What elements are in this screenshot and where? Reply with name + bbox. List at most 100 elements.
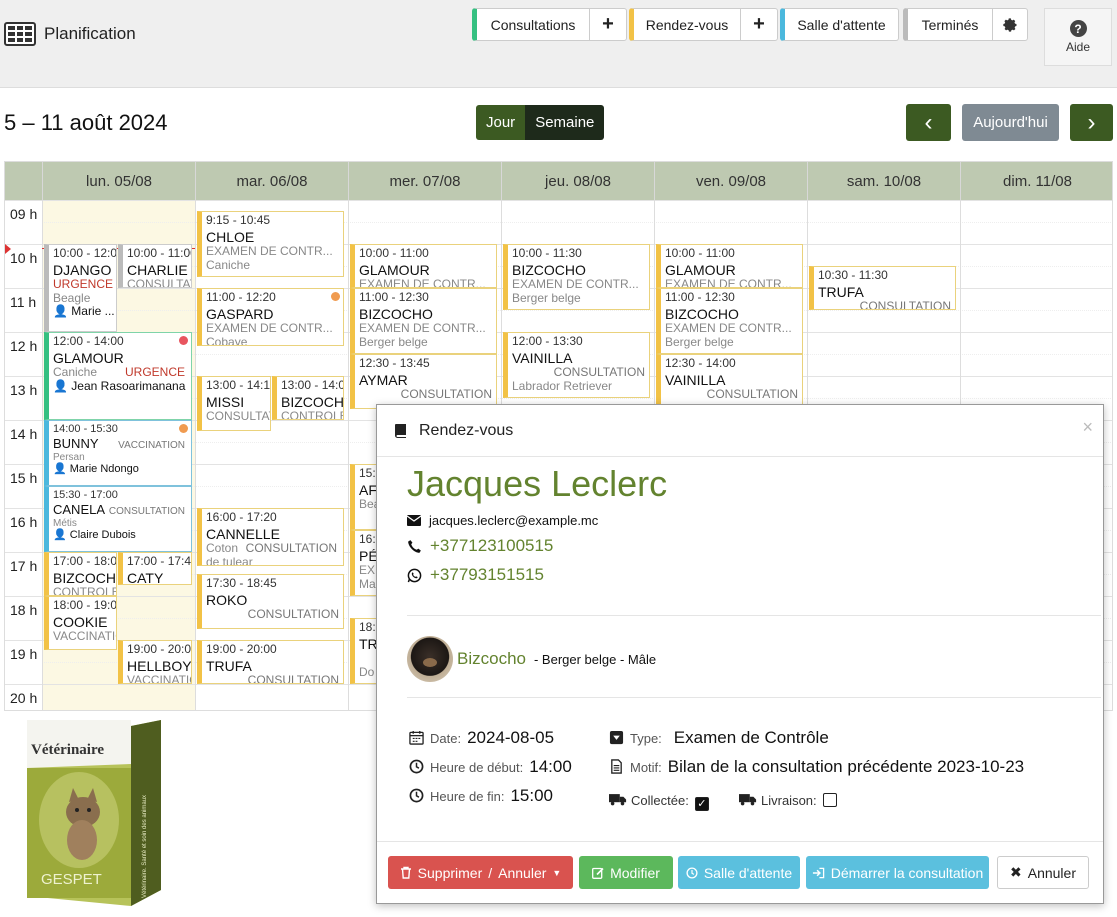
trash-icon: [400, 866, 411, 879]
rendezvous-button[interactable]: Rendez-vous: [629, 8, 741, 41]
add-rendezvous-button[interactable]: +: [740, 8, 778, 41]
start-consultation-button[interactable]: Démarrer la consultation: [806, 856, 989, 889]
appointment-chloe[interactable]: 9:15 - 10:45 CHLOE EXAMEN DE CONTR... Ca…: [197, 211, 344, 277]
clock-icon: [409, 759, 424, 774]
event-type: CONTROLE: [53, 585, 116, 596]
edit-icon: [592, 867, 604, 879]
day-header-sun[interactable]: dim. 11/08: [960, 162, 1112, 200]
appointment-bizcocho-tue[interactable]: 13:00 - 14:00 BIZCOCHO CONTROLE: [272, 376, 344, 420]
event-type: CONSULTATION: [859, 298, 951, 310]
close-modal-button[interactable]: ✖ Annuler: [997, 856, 1089, 889]
event-owner-name: Marie ...: [71, 304, 115, 319]
event-type: EXAMEN DE CONTR...: [665, 321, 792, 335]
appointment-aymar[interactable]: 12:30 - 13:45 AYMAR CONSULTATION: [350, 354, 497, 409]
consultations-button[interactable]: Consultations: [472, 8, 590, 41]
phone-link[interactable]: +377123100515: [430, 536, 553, 556]
event-time: 16:00 - 17:20: [206, 510, 277, 524]
appointment-trufa-tue[interactable]: 19:00 - 20:00 TRUFA CONSULTATION: [197, 640, 344, 684]
waiting-room-modal-button[interactable]: Salle d'attente: [678, 856, 800, 889]
hour-label: 17 h: [10, 558, 38, 574]
appointment-bunny[interactable]: 14:00 - 15:30 BUNNY VACCINATION Persan 👤 …: [44, 420, 192, 486]
event-owner-name: Marie Ndongo: [69, 463, 139, 476]
appointment-vainilla-fri[interactable]: 12:30 - 14:00 VAINILLA CONSULTATION: [656, 354, 803, 409]
hour-label: 14 h: [10, 426, 38, 442]
appointment-trufa-sat[interactable]: 10:30 - 11:30 TRUFA CONSULTATION: [809, 266, 956, 310]
whatsapp-link[interactable]: +37793151515: [430, 565, 544, 585]
event-time: 13:00 - 14:15: [206, 378, 271, 392]
separator: [407, 615, 1101, 616]
end-time-field: Heure de fin: 15:00: [409, 786, 553, 806]
pet-name-link[interactable]: Bizcocho: [457, 649, 526, 669]
next-week-button[interactable]: ›: [1070, 104, 1113, 141]
view-toggle: Jour Semaine: [476, 105, 605, 140]
event-urgency: URGENCE: [124, 364, 185, 379]
event-owner-name: Jean Rasoarimanana: [71, 378, 186, 393]
appointment-glamour-mon[interactable]: 12:00 - 14:00 GLAMOUR Caniche URGENCE 👤 J…: [44, 332, 192, 420]
event-time: 10:00 - 11:30: [512, 246, 582, 260]
appointment-cookie[interactable]: 18:00 - 19:00 COOKIE VACCINATION: [44, 596, 117, 650]
delivery-label: Livraison:: [761, 793, 817, 808]
email-link[interactable]: jacques.leclerc@example.mc: [429, 513, 598, 528]
settings-button[interactable]: [992, 8, 1028, 41]
appointment-missi[interactable]: 13:00 - 14:15 MISSI CONSULTATION: [197, 376, 271, 431]
prev-week-button[interactable]: ‹: [906, 104, 951, 141]
start-time-field: Heure de début: 14:00: [409, 757, 572, 777]
appointment-caty[interactable]: 17:00 - 17:45 CATY: [118, 552, 192, 585]
event-breed: Coton: [206, 541, 239, 555]
event-pet: CANELA: [53, 501, 106, 517]
day-view-button[interactable]: Jour: [476, 105, 526, 140]
phone-row: +377123100515: [407, 536, 553, 556]
modal-close-button[interactable]: ×: [1082, 417, 1093, 438]
collected-checkbox[interactable]: ✓: [694, 796, 709, 811]
delivery-checkbox[interactable]: [822, 793, 837, 807]
clock-icon: [409, 788, 424, 803]
appointment-cannelle[interactable]: 16:00 - 17:20 CANNELLE Coton CONSULTATION…: [197, 508, 344, 566]
add-consultation-button[interactable]: +: [589, 8, 627, 41]
appointment-bizcocho-thu[interactable]: 10:00 - 11:30 BIZCOCHO EXAMEN DE CONTR..…: [503, 244, 650, 310]
column-line: [195, 200, 196, 710]
day-header-fri[interactable]: ven. 09/08: [654, 162, 807, 200]
appointment-roko[interactable]: 17:30 - 18:45 ROKO CONSULTATION: [197, 574, 344, 629]
appointment-bizcocho-fri[interactable]: 11:00 - 12:30 BIZCOCHO EXAMEN DE CONTR..…: [656, 288, 803, 354]
event-pet: COOKIE: [53, 613, 108, 630]
column-line: [42, 200, 43, 710]
appointment-hellboy[interactable]: 19:00 - 20:00 HELLBOY VACCINATION: [118, 640, 192, 684]
day-header-mon[interactable]: lun. 05/08: [42, 162, 195, 200]
appointment-bizcocho-mon[interactable]: 17:00 - 18:00 BIZCOCHO CONTROLE: [44, 552, 117, 596]
appointment-bizcocho-wed[interactable]: 11:00 - 12:30 BIZCOCHO EXAMEN DE CONTR..…: [350, 288, 497, 354]
sign-in-icon: [812, 867, 824, 878]
start-consultation-label: Démarrer la consultation: [830, 864, 984, 881]
waiting-room-label: Salle d'attente: [703, 864, 793, 881]
appointment-glamour-fri[interactable]: 10:00 - 11:00 GLAMOUR EXAMEN DE CONTR...: [656, 244, 803, 288]
appointment-gaspard[interactable]: 11:00 - 12:20 GASPARD EXAMEN DE CONTR...…: [197, 288, 344, 346]
hour-label: 19 h: [10, 646, 38, 662]
edit-button[interactable]: Modifier: [579, 856, 673, 889]
whatsapp-icon: [407, 568, 422, 582]
help-button[interactable]: ? Aide: [1044, 8, 1112, 66]
event-owner-name: Claire Dubois: [69, 529, 136, 542]
clock-icon: [686, 866, 698, 879]
event-time: 10:00 - 12:00: [53, 246, 117, 260]
week-view-button[interactable]: Semaine: [525, 105, 605, 140]
appointment-vainilla-thu[interactable]: 12:00 - 13:30 VAINILLA CONSULTATION Labr…: [503, 332, 650, 398]
day-header-sat[interactable]: sam. 10/08: [807, 162, 960, 200]
appointment-charlie[interactable]: 10:00 - 11:00 CHARLIE CONSULTATION: [118, 244, 192, 288]
event-pet: GASPARD: [206, 305, 274, 322]
finished-button[interactable]: Terminés: [903, 8, 993, 41]
day-header-tue[interactable]: mar. 06/08: [195, 162, 348, 200]
page-title: Planification: [44, 24, 136, 43]
waiting-room-button[interactable]: Salle d'attente: [780, 8, 899, 41]
event-urgency: URGENCE: [53, 276, 114, 291]
appointment-canela[interactable]: 15:30 - 17:00 CANELA CONSULTATION Métis 👤…: [44, 486, 192, 552]
appointment-glamour-wed[interactable]: 10:00 - 11:00 GLAMOUR EXAMEN DE CONTR...: [350, 244, 497, 288]
event-breed: Caniche: [206, 258, 251, 272]
day-header-wed[interactable]: mer. 07/08: [348, 162, 501, 200]
owner-name[interactable]: Jacques Leclerc: [407, 463, 667, 505]
day-header-thu[interactable]: jeu. 08/08: [501, 162, 654, 200]
event-time: 12:00 - 14:00: [53, 334, 124, 348]
appointment-django[interactable]: 10:00 - 12:00 DJANGO URGENCE Beagle 👤 Ma…: [44, 244, 117, 332]
today-button[interactable]: Aujourd'hui: [962, 104, 1059, 141]
pet-avatar: [407, 636, 453, 682]
delete-cancel-dropdown-button[interactable]: Supprimer / Annuler ▼: [388, 856, 573, 889]
event-type: CONSULTATION: [247, 606, 339, 621]
